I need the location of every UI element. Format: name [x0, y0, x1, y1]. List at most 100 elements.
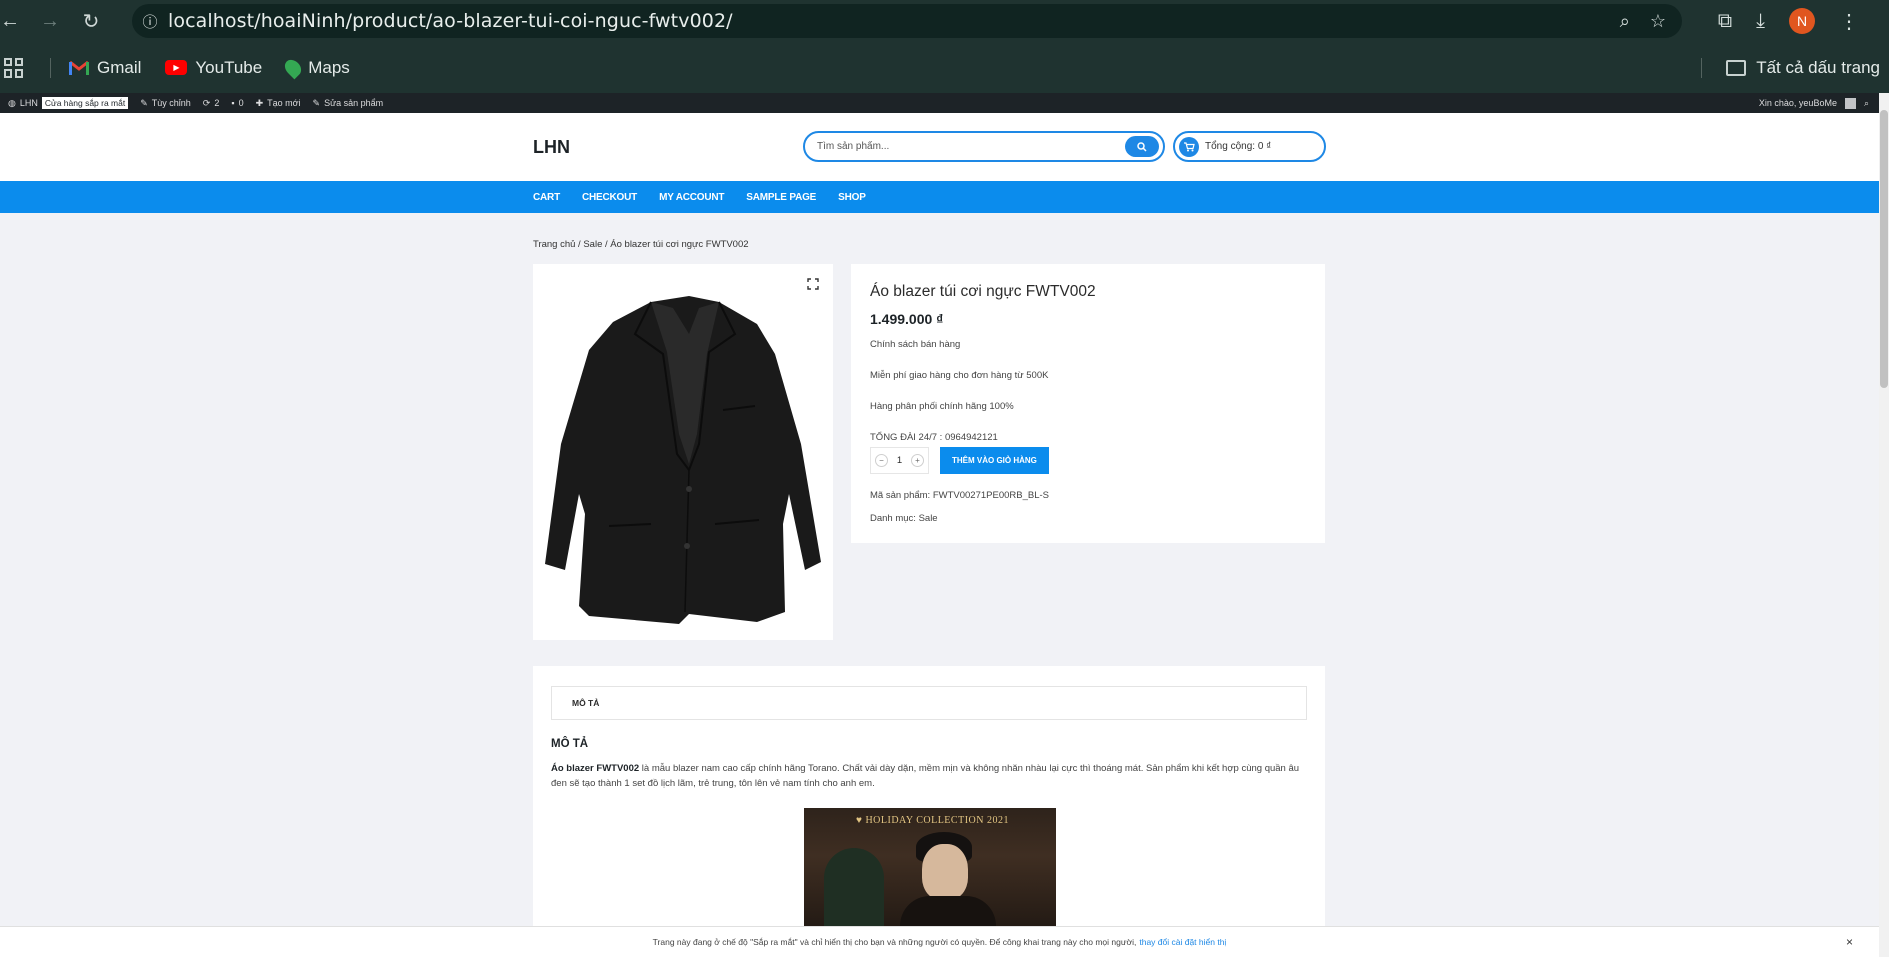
site-logo[interactable]: LHN — [533, 137, 570, 158]
cart-total: Tổng cộng: 0 ₫ — [1205, 141, 1272, 152]
product-title: Áo blazer túi cơi ngực FWTV002 — [870, 283, 1096, 300]
product-category[interactable]: Danh mục: Sale — [870, 513, 1306, 524]
header-cart[interactable]: Tổng cộng: 0 ₫ — [1173, 131, 1326, 162]
description-body: là mẫu blazer nam cao cấp chính hãng Tor… — [551, 763, 1300, 789]
product-sku: Mã sản phẩm: FWTV00271PE00RB_BL-S — [870, 490, 1050, 501]
fullscreen-icon[interactable] — [807, 278, 819, 290]
admin-new-label: Tạo mới — [267, 98, 301, 108]
product-description: MÔ TẢ MÔ TẢ Áo blazer FWTV002 là mẫu bla… — [533, 666, 1325, 957]
bookmarks-bar: Gmail ▶ YouTube Maps Tất cả dấu trang — [0, 42, 1889, 93]
dashboard-icon: ◍ — [8, 97, 16, 108]
extensions-icon[interactable]: ⧉ — [1718, 10, 1732, 33]
download-icon[interactable]: ⤓ — [1756, 10, 1765, 33]
admin-new[interactable]: ✚ Tạo mới — [256, 98, 301, 109]
banner-tree — [824, 848, 884, 928]
comment-icon: ▪ — [231, 98, 235, 108]
description-text: Áo blazer FWTV002 là mẫu blazer nam cao … — [551, 761, 1307, 791]
description-heading: MÔ TẢ — [551, 738, 589, 750]
close-icon[interactable]: × — [1846, 935, 1853, 949]
admin-edit-label: Sửa sản phẩm — [324, 98, 384, 108]
bookmarks-separator — [1701, 57, 1703, 78]
profile-avatar[interactable]: N — [1789, 8, 1815, 34]
admin-customize-label: Tùy chỉnh — [151, 98, 191, 108]
apps-icon[interactable] — [4, 57, 24, 78]
browser-toolbar: ← → ↻ ⓘ localhost/hoaiNinh/product/ao-bl… — [0, 0, 1889, 42]
reload-icon[interactable]: ↻ — [80, 0, 102, 42]
policy-shipping: Miễn phí giao hàng cho đơn hàng từ 500K — [870, 370, 1049, 381]
admin-customize[interactable]: ✎ Tùy chỉnh — [140, 98, 191, 109]
maps-icon — [281, 56, 305, 79]
menu-icon[interactable]: ⋮ — [1839, 9, 1859, 34]
all-bookmarks[interactable]: Tất cả dấu trang — [1701, 42, 1880, 93]
tab-label: MÔ TẢ — [572, 698, 600, 708]
tab-description[interactable]: MÔ TẢ — [551, 686, 1307, 720]
bookmarks-separator — [50, 57, 51, 78]
brush-icon: ✎ — [140, 97, 148, 108]
nav-checkout[interactable]: CHECKOUT — [582, 192, 637, 203]
product-price: 1.499.000 ₫ — [870, 311, 944, 327]
updates-icon: ⟳ — [202, 97, 211, 108]
scrollbar-thumb[interactable] — [1880, 110, 1888, 388]
description-product-name: Áo blazer FWTV002 — [551, 763, 640, 774]
gmail-icon — [69, 60, 89, 75]
bookmark-label: Gmail — [97, 57, 142, 77]
policy-title: Chính sách bán hàng — [870, 339, 961, 350]
quantity-stepper: − 1 + — [870, 447, 929, 474]
banner-coat — [900, 896, 996, 928]
all-bookmarks-label: Tất cả dấu trang — [1756, 57, 1880, 77]
banner-face — [922, 844, 968, 900]
quantity-decrease-button[interactable]: − — [875, 454, 888, 467]
nav-sample-page[interactable]: SAMPLE PAGE — [746, 192, 816, 203]
admin-site-link[interactable]: ◍ LHN Cửa hàng sắp ra mắt — [8, 97, 129, 109]
updates-count: 2 — [214, 98, 220, 108]
page-scrollbar[interactable] — [1879, 93, 1889, 957]
bookmark-star-icon[interactable]: ☆ — [1650, 11, 1666, 32]
coming-soon-notice: Trang này đang ở chế độ "Sắp ra mắt" và … — [0, 926, 1879, 957]
add-to-cart-form: − 1 + THÊM VÀO GIỎ HÀNG — [870, 447, 1306, 474]
coming-soon-badge[interactable]: Cửa hàng sắp ra mắt — [41, 97, 129, 109]
product-summary: Áo blazer túi cơi ngực FWTV002 1.499.000… — [851, 264, 1325, 543]
product-search — [803, 131, 1165, 162]
bookmark-label: YouTube — [195, 57, 263, 77]
bookmark-gmail[interactable]: Gmail — [69, 58, 141, 78]
nav-shop[interactable]: SHOP — [838, 192, 866, 203]
bookmark-youtube[interactable]: ▶ YouTube — [165, 58, 262, 78]
admin-comments[interactable]: ▪ 0 — [231, 98, 243, 108]
quantity-increase-button[interactable]: + — [910, 454, 924, 467]
main-nav: CART CHECKOUT MY ACCOUNT SAMPLE PAGE SHO… — [0, 181, 1879, 213]
folder-icon — [1726, 59, 1747, 76]
bookmark-label: Maps — [308, 57, 350, 77]
admin-greeting[interactable]: Xin chào, yeuBoMe — [1759, 98, 1837, 108]
nav-cart[interactable]: CART — [533, 192, 560, 203]
bookmark-maps[interactable]: Maps — [281, 56, 350, 79]
admin-avatar[interactable] — [1844, 97, 1856, 109]
nav-my-account[interactable]: MY ACCOUNT — [659, 192, 724, 203]
back-icon[interactable]: ← — [0, 0, 20, 42]
product-gallery — [533, 264, 833, 640]
notice-settings-link[interactable]: thay đổi cài đặt hiển thị — [1139, 937, 1226, 947]
breadcrumb[interactable]: Trang chủ / Sale / Áo blazer túi cơi ngự… — [533, 239, 749, 250]
admin-site-name: LHN — [19, 98, 38, 108]
wp-admin-bar: ◍ LHN Cửa hàng sắp ra mắt ✎ Tùy chỉnh ⟳ … — [0, 93, 1879, 113]
product-image[interactable] — [539, 294, 827, 630]
address-bar[interactable]: ⓘ localhost/hoaiNinh/product/ao-blazer-t… — [132, 4, 1682, 38]
search-icon — [1137, 141, 1147, 152]
admin-search-icon[interactable]: ⌕ — [1864, 98, 1869, 109]
search-input[interactable] — [805, 133, 1121, 160]
add-to-cart-button[interactable]: THÊM VÀO GIỎ HÀNG — [940, 447, 1049, 474]
policy-authentic: Hàng phân phối chính hãng 100% — [870, 401, 1014, 412]
admin-edit-product[interactable]: ✎ Sửa sản phẩm — [313, 98, 384, 109]
site-header: LHN Tổng cộng: 0 ₫ — [0, 113, 1879, 181]
banner-title: ♥ HOLIDAY COLLECTION 2021 — [856, 815, 1009, 826]
forward-icon[interactable]: → — [20, 0, 80, 42]
zoom-icon[interactable]: ⌕ — [1620, 11, 1630, 32]
site-info-icon[interactable]: ⓘ — [132, 4, 168, 38]
comments-count: 0 — [238, 98, 244, 108]
url-text[interactable]: localhost/hoaiNinh/product/ao-blazer-tui… — [168, 10, 733, 32]
quantity-input[interactable]: 1 — [897, 455, 902, 466]
plus-icon: ✚ — [255, 97, 264, 108]
search-button[interactable] — [1125, 136, 1159, 157]
admin-updates[interactable]: ⟳ 2 — [203, 98, 220, 109]
pencil-icon: ✎ — [312, 97, 321, 108]
notice-text: Trang này đang ở chế độ "Sắp ra mắt" và … — [652, 937, 1137, 947]
